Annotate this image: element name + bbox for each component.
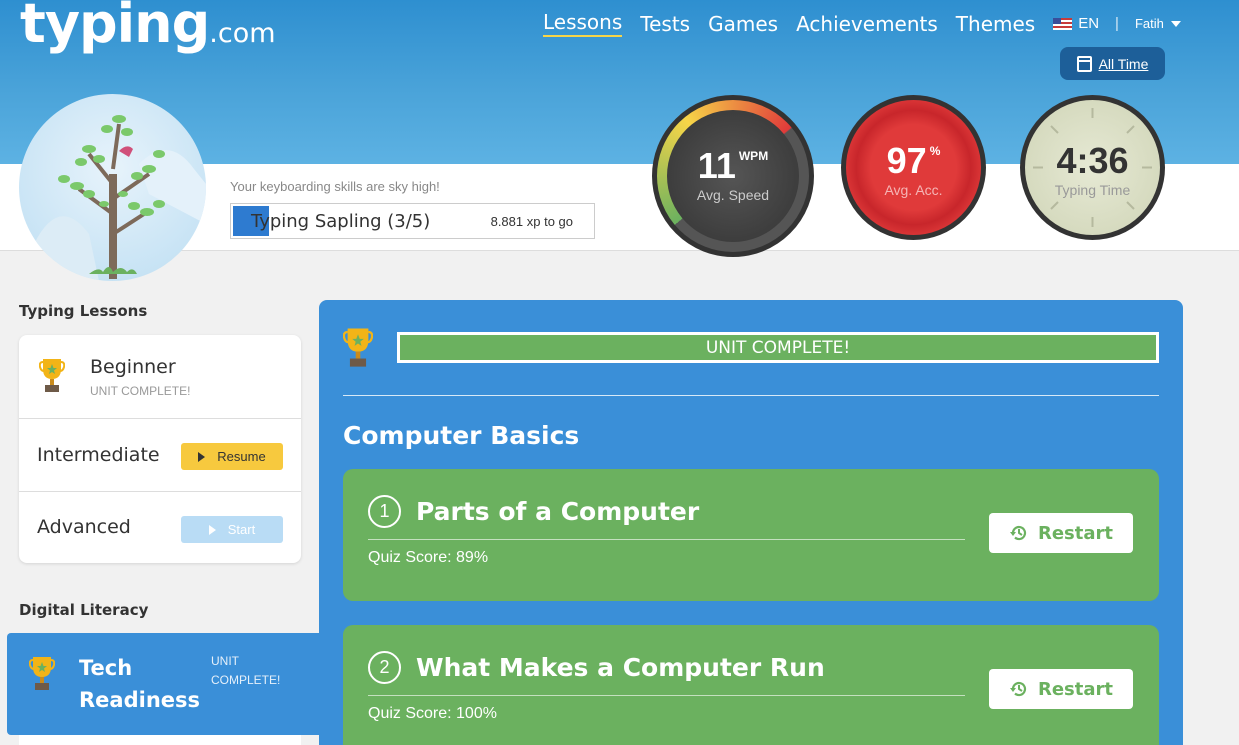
- rank-name: Typing Sapling (3/5): [251, 211, 431, 232]
- user-name: Fatih: [1134, 16, 1164, 31]
- lesson-title: What Makes a Computer Run: [416, 653, 825, 682]
- play-icon: [208, 524, 216, 535]
- typing-lessons-heading: Typing Lessons: [19, 302, 148, 320]
- lesson-unit-intermediate[interactable]: Intermediate Resume: [19, 419, 301, 492]
- trophy-icon: [343, 328, 373, 367]
- main-nav: Lessons Tests Games Achievements Themes …: [543, 10, 1181, 37]
- all-time-filter-button[interactable]: All Time: [1060, 47, 1165, 80]
- play-icon: [198, 451, 206, 462]
- tech-readiness-status-line2: COMPLETE!: [211, 673, 281, 687]
- start-button[interactable]: Start: [181, 516, 283, 543]
- lesson-unit-advanced[interactable]: Advanced Start: [19, 492, 301, 563]
- lesson-unit-title: Advanced: [37, 516, 131, 538]
- sidebar-item-tech-readiness[interactable]: Tech Readiness UNIT COMPLETE!: [7, 633, 320, 735]
- section-title: Computer Basics: [343, 421, 580, 450]
- language-selector[interactable]: EN: [1053, 15, 1099, 32]
- history-icon: [1009, 681, 1027, 697]
- restart-label: Restart: [1037, 678, 1113, 700]
- lesson-quiz-score: Quiz Score: 100%: [368, 705, 497, 722]
- nav-lessons[interactable]: Lessons: [543, 10, 623, 37]
- tree-sapling-icon: [19, 115, 206, 281]
- resume-button[interactable]: Resume: [181, 443, 283, 470]
- trophy-icon: [29, 657, 55, 690]
- tech-readiness-title-line2: Readiness: [79, 688, 201, 712]
- us-flag-icon: [1053, 17, 1073, 30]
- skills-message: Your keyboarding skills are sky high!: [230, 179, 440, 194]
- nav-achievements[interactable]: Achievements: [796, 12, 938, 36]
- nav-tests[interactable]: Tests: [640, 12, 690, 36]
- typing-time-value: 4:36: [1056, 140, 1129, 181]
- logo-main: typing: [20, 0, 210, 55]
- nav-separator: |: [1115, 15, 1119, 32]
- unit-complete-bar: UNIT COMPLETE!: [397, 332, 1159, 363]
- lesson-unit-title: Intermediate: [37, 444, 160, 466]
- history-icon: [1009, 525, 1027, 541]
- speed-value-wrap: 11 WPM: [657, 145, 809, 187]
- tech-readiness-title: Tech Readiness: [79, 652, 200, 716]
- tech-readiness-status-line1: UNIT: [211, 654, 239, 668]
- restart-label: Restart: [1037, 522, 1113, 544]
- language-label: EN: [1078, 15, 1100, 32]
- divider: [343, 395, 1159, 396]
- accuracy-value-wrap: 97%: [846, 140, 981, 182]
- logo[interactable]: typing.com: [20, 0, 276, 55]
- accuracy-gauge: 97% Avg. Acc.: [841, 95, 986, 240]
- digital-literacy-heading: Digital Literacy: [19, 601, 149, 619]
- avatar: [19, 94, 206, 281]
- restart-button[interactable]: Restart: [989, 513, 1133, 553]
- speed-gauge: 11 WPM Avg. Speed: [652, 95, 814, 257]
- rank-progress: Typing Sapling (3/5) 8.881 xp to go: [230, 203, 595, 239]
- typing-time-label: Typing Time: [1054, 182, 1131, 198]
- speed-unit: WPM: [738, 149, 769, 163]
- tech-readiness-status: UNIT COMPLETE!: [211, 652, 280, 690]
- lesson-divider: [368, 539, 965, 540]
- nav-themes[interactable]: Themes: [956, 12, 1035, 36]
- all-time-label: All Time: [1098, 55, 1149, 72]
- nav-games[interactable]: Games: [708, 12, 778, 36]
- lesson-unit-beginner[interactable]: Beginner UNIT COMPLETE!: [19, 335, 301, 419]
- tech-readiness-title-line1: Tech: [79, 656, 133, 680]
- accuracy-label: Avg. Acc.: [884, 182, 943, 198]
- restart-button[interactable]: Restart: [989, 669, 1133, 709]
- resume-label: Resume: [217, 449, 266, 464]
- lesson-card[interactable]: 2 What Makes a Computer Run Quiz Score: …: [343, 625, 1159, 745]
- lesson-card[interactable]: 1 Parts of a Computer Quiz Score: 89% Re…: [343, 469, 1159, 601]
- trophy-icon: [39, 359, 65, 392]
- lesson-divider: [368, 695, 965, 696]
- user-menu[interactable]: Fatih: [1135, 16, 1181, 31]
- speed-label: Avg. Speed: [696, 187, 770, 203]
- typing-time-gauge: 4:36 Typing Time: [1020, 95, 1165, 240]
- typing-lessons-card: Beginner UNIT COMPLETE! Intermediate Res…: [19, 335, 301, 563]
- chevron-down-icon: [1170, 20, 1181, 27]
- lesson-title: Parts of a Computer: [416, 497, 700, 526]
- start-label: Start: [227, 522, 256, 537]
- digital-literacy-card: [19, 735, 301, 745]
- lesson-number: 2: [368, 651, 401, 684]
- accuracy-value: 97: [886, 140, 927, 181]
- lesson-quiz-score: Quiz Score: 89%: [368, 549, 489, 566]
- lesson-unit-status: UNIT COMPLETE!: [90, 384, 191, 398]
- speed-value: 11: [697, 145, 736, 186]
- lesson-unit-title: Beginner: [90, 356, 176, 378]
- lesson-number: 1: [368, 495, 401, 528]
- rank-xp-to-go: 8.881 xp to go: [490, 214, 573, 229]
- accuracy-unit: %: [929, 144, 941, 158]
- calendar-icon: [1076, 55, 1092, 72]
- logo-suffix: .com: [209, 18, 276, 49]
